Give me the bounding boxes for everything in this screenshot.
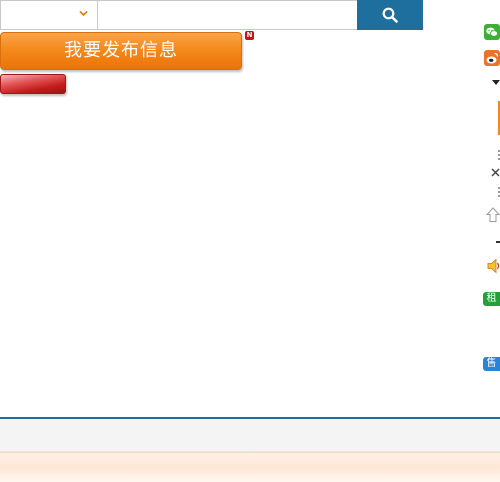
footer-nav-bar bbox=[0, 417, 500, 452]
category-select[interactable] bbox=[0, 0, 97, 30]
search-input[interactable] bbox=[97, 0, 358, 30]
notice-band bbox=[0, 452, 500, 482]
search-bar bbox=[0, 0, 423, 30]
wechat-icon[interactable] bbox=[484, 24, 500, 40]
rent-badge[interactable]: 租 bbox=[483, 292, 500, 306]
sale-badge[interactable]: 售 bbox=[483, 357, 500, 371]
arrow-up-icon[interactable] bbox=[486, 207, 500, 223]
new-badge: N bbox=[245, 31, 254, 40]
caret-down-icon[interactable] bbox=[492, 80, 500, 85]
search-icon bbox=[382, 7, 398, 23]
publish-info-button[interactable]: 我要发布信息 bbox=[0, 32, 242, 70]
search-button[interactable] bbox=[357, 0, 423, 30]
speaker-icon[interactable] bbox=[487, 258, 500, 274]
close-icon[interactable] bbox=[491, 168, 500, 177]
red-action-button[interactable] bbox=[0, 74, 66, 94]
weibo-icon[interactable] bbox=[484, 50, 500, 66]
dash-mark bbox=[496, 241, 500, 243]
chevron-down-icon bbox=[79, 10, 88, 17]
